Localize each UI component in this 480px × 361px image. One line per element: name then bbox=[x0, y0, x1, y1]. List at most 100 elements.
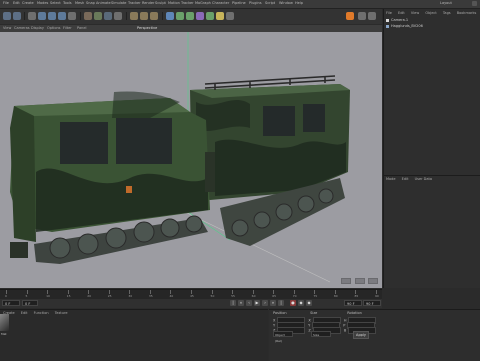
next-frame-icon[interactable]: › bbox=[262, 300, 268, 306]
scale-icon[interactable] bbox=[48, 12, 56, 20]
viewport-menu-options[interactable]: Options bbox=[47, 26, 61, 30]
viewport-menu-view[interactable]: View bbox=[3, 26, 11, 30]
menu-render[interactable]: Render bbox=[142, 1, 154, 5]
render-icon[interactable] bbox=[130, 12, 138, 20]
redo-icon[interactable] bbox=[13, 12, 21, 20]
menu-create[interactable]: Create bbox=[22, 1, 34, 5]
undo-icon[interactable] bbox=[3, 12, 11, 20]
spline-icon[interactable] bbox=[186, 12, 194, 20]
menu-snap[interactable]: Snap bbox=[86, 1, 95, 5]
attr-menu-mode[interactable]: Mode bbox=[386, 177, 396, 181]
next-key-icon[interactable]: » bbox=[270, 300, 276, 306]
current-frame-field[interactable]: 0 F bbox=[22, 300, 38, 306]
render-settings-icon[interactable] bbox=[150, 12, 158, 20]
object-row[interactable]: Hagglunds_BV206 bbox=[386, 24, 478, 29]
timeline-frame-label: 20 bbox=[87, 294, 92, 298]
attr-menu-edit[interactable]: Edit bbox=[402, 177, 409, 181]
object-name: Hagglunds_BV206 bbox=[391, 24, 423, 28]
timeline-frame-label: 75 bbox=[313, 294, 318, 298]
mat-menu-edit[interactable]: Edit bbox=[21, 311, 28, 315]
menu-mesh[interactable]: Mesh bbox=[75, 1, 84, 5]
apply-button[interactable]: Apply bbox=[353, 331, 369, 339]
menu-file[interactable]: File bbox=[3, 1, 9, 5]
timeline-frame-label: 10 bbox=[46, 294, 50, 298]
menu-mograph[interactable]: MoGraph bbox=[195, 1, 211, 5]
render-view-icon[interactable] bbox=[140, 12, 148, 20]
mat-menu-texture[interactable]: Texture bbox=[55, 311, 68, 315]
x-axis-icon[interactable] bbox=[84, 12, 92, 20]
accent-icon[interactable] bbox=[346, 12, 354, 20]
nurbs-icon[interactable] bbox=[176, 12, 184, 20]
end-frame-field[interactable]: 90 F bbox=[344, 300, 362, 306]
menu-help[interactable]: Help bbox=[295, 1, 303, 5]
go-start-icon[interactable]: | bbox=[230, 300, 236, 306]
coord-mode-select[interactable]: Object (Rel) bbox=[273, 331, 293, 343]
rotate-icon[interactable] bbox=[58, 12, 66, 20]
menu-plugins[interactable]: Plugins bbox=[249, 1, 262, 5]
material-thumbnail[interactable] bbox=[0, 314, 9, 331]
viewport-label: Perspective bbox=[137, 26, 158, 30]
minimize-icon[interactable] bbox=[472, 1, 477, 6]
om-menu-file[interactable]: File bbox=[386, 11, 392, 15]
menu-character[interactable]: Character bbox=[212, 1, 229, 5]
attr-menu-user-data[interactable]: User Data bbox=[415, 177, 432, 181]
prev-key-icon[interactable]: « bbox=[238, 300, 244, 306]
menu-script[interactable]: Script bbox=[265, 1, 275, 5]
viewport-menu-display[interactable]: Display bbox=[31, 26, 44, 30]
hud-icon[interactable] bbox=[354, 278, 365, 284]
prev-frame-icon[interactable]: ‹ bbox=[246, 300, 252, 306]
menu-tracker[interactable]: Tracker bbox=[128, 1, 141, 5]
light-icon[interactable] bbox=[216, 12, 224, 20]
menu-motion-tracker[interactable]: Motion Tracker bbox=[168, 1, 194, 5]
camera-icon[interactable] bbox=[226, 12, 234, 20]
layout-label[interactable]: Layout bbox=[440, 1, 452, 5]
coord-size-select[interactable]: Size bbox=[311, 331, 331, 337]
menu-modes[interactable]: Modes bbox=[37, 1, 48, 5]
om-menu-tags[interactable]: Tags bbox=[443, 11, 451, 15]
environment-icon[interactable] bbox=[206, 12, 214, 20]
record-icon[interactable]: ● bbox=[290, 300, 296, 306]
world-icon[interactable] bbox=[114, 12, 122, 20]
menu-tools[interactable]: Tools bbox=[63, 1, 72, 5]
deformer-icon[interactable] bbox=[196, 12, 204, 20]
size-header: Size bbox=[310, 311, 318, 315]
viewport-menu-cameras[interactable]: Cameras bbox=[14, 26, 30, 30]
om-menu-edit[interactable]: Edit bbox=[398, 11, 405, 15]
cube-icon[interactable] bbox=[166, 12, 174, 20]
hud-icon[interactable] bbox=[368, 278, 378, 284]
menu-pipeline[interactable]: Pipeline bbox=[232, 1, 246, 5]
om-menu-view[interactable]: View bbox=[411, 11, 419, 15]
key-icon[interactable]: ◆ bbox=[298, 300, 304, 306]
right-panel: File Edit View Object Tags Bookmarks Cam… bbox=[383, 9, 480, 288]
viewport-3d[interactable] bbox=[0, 32, 382, 288]
go-end-icon[interactable]: | bbox=[278, 300, 284, 306]
start-frame-field[interactable]: 0 F bbox=[2, 300, 20, 306]
menu-edit[interactable]: Edit bbox=[13, 1, 20, 5]
z-axis-icon[interactable] bbox=[104, 12, 112, 20]
hud-icon[interactable] bbox=[341, 278, 352, 284]
timeline-frame-label: 50 bbox=[210, 294, 215, 298]
menu-animate[interactable]: Animate bbox=[96, 1, 111, 5]
object-row[interactable]: Camera.1 bbox=[386, 18, 478, 23]
mat-menu-function[interactable]: Function bbox=[34, 311, 49, 315]
material-manager: Create Edit Function Texture Mat bbox=[0, 309, 268, 361]
viewport-menu-panel[interactable]: Panel bbox=[77, 26, 86, 30]
viewport-menu-filter[interactable]: Filter bbox=[63, 26, 72, 30]
max-frame-field[interactable]: 90 F bbox=[363, 300, 381, 306]
key-icon[interactable]: ◆ bbox=[306, 300, 312, 306]
move-icon[interactable] bbox=[38, 12, 46, 20]
position-header: Position bbox=[273, 311, 287, 315]
transport-bar: 0 F 0 F | « ‹ ▶ › » | ● ◆ ◆ 90 F 90 F bbox=[0, 299, 382, 308]
layout-icon[interactable] bbox=[358, 12, 366, 20]
grid-icon[interactable] bbox=[368, 12, 376, 20]
menu-sculpt[interactable]: Sculpt bbox=[155, 1, 166, 5]
cursor-icon[interactable] bbox=[68, 12, 76, 20]
menu-window[interactable]: Window bbox=[279, 1, 293, 5]
select-icon[interactable] bbox=[28, 12, 36, 20]
y-axis-icon[interactable] bbox=[94, 12, 102, 20]
om-menu-bookmarks[interactable]: Bookmarks bbox=[457, 11, 477, 15]
om-menu-object[interactable]: Object bbox=[425, 11, 436, 15]
play-icon[interactable]: ▶ bbox=[254, 300, 260, 306]
menu-select[interactable]: Select bbox=[50, 1, 61, 5]
menu-simulate[interactable]: Simulate bbox=[111, 1, 126, 5]
